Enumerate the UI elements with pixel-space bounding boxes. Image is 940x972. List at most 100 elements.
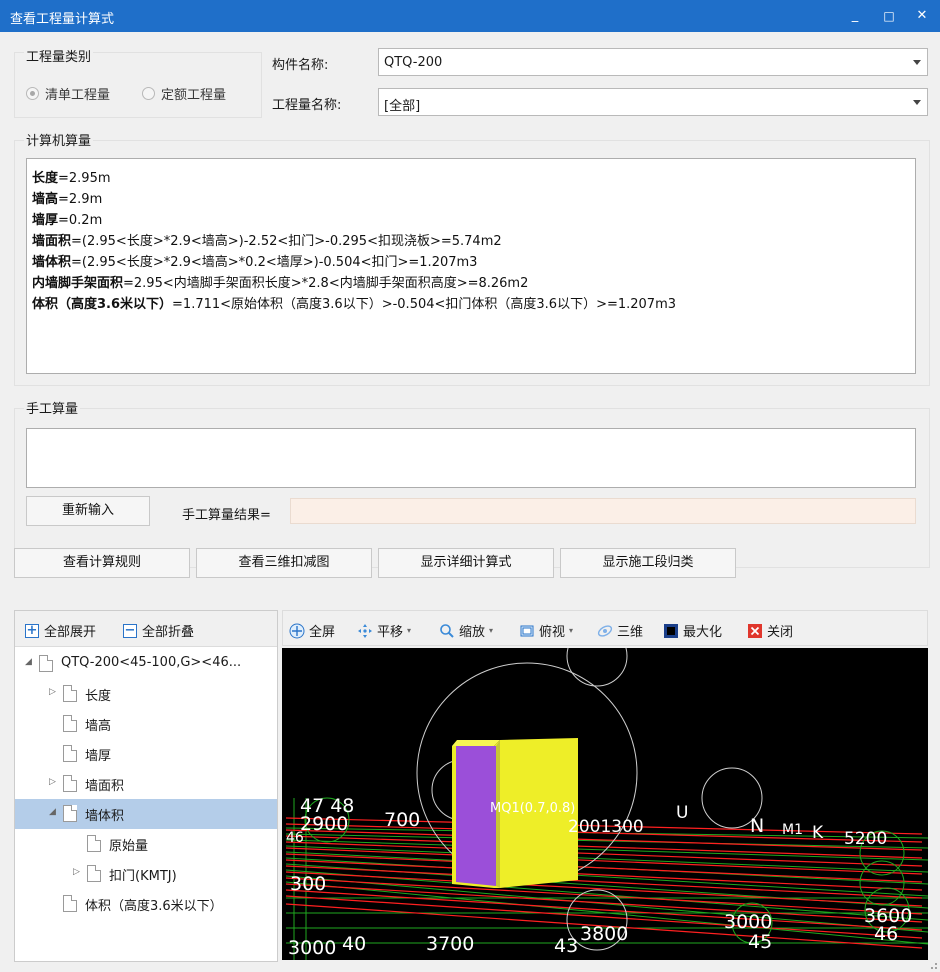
close-view-button[interactable]: 关闭 xyxy=(747,621,793,640)
expand-arrow-icon[interactable]: ▷ xyxy=(73,867,80,877)
resize-grip-icon[interactable] xyxy=(928,960,938,970)
maximize-button[interactable]: □ xyxy=(879,6,899,26)
fullscreen-label: 全屏 xyxy=(309,625,336,640)
pan-icon xyxy=(357,623,373,639)
view-3d-canvas[interactable]: 47 48 2900 700 46 300 3000 40 3700 43 38… xyxy=(282,648,928,960)
canvas-label: 300 xyxy=(290,873,326,895)
calc-line: 内墙脚手架面积=2.95<内墙脚手架面积长度>*2.8<内墙脚手架面积高度>=8… xyxy=(32,276,529,291)
document-icon xyxy=(63,685,77,702)
canvas-label: N xyxy=(750,815,764,837)
canvas-label: MQ1(0.7,0.8) xyxy=(490,801,575,816)
canvas-label: 5200 xyxy=(844,829,887,849)
window-title: 查看工程量计算式 xyxy=(10,12,115,27)
canvas-label: 46 xyxy=(874,923,898,945)
document-icon xyxy=(63,895,77,912)
fullscreen-icon xyxy=(289,623,305,639)
document-icon xyxy=(63,715,77,732)
computer-calc-group-title: 计算机算量 xyxy=(24,130,94,149)
calc-line: 墙厚=0.2m xyxy=(32,213,103,228)
collapse-arrow-icon[interactable]: ◢ xyxy=(49,807,56,817)
close-icon xyxy=(747,623,763,639)
maximize-view-label: 最大化 xyxy=(683,625,723,640)
computer-calc-textarea[interactable]: 长度=2.95m 墙高=2.9m 墙厚=0.2m 墙面积=(2.95<长度>*2… xyxy=(26,158,916,374)
canvas-label: 700 xyxy=(384,809,420,831)
pan-button[interactable]: 平移 ▾ xyxy=(357,621,411,640)
show-detailed-button[interactable]: 显示详细计算式 xyxy=(378,548,554,578)
minus-icon: − xyxy=(123,622,137,638)
collapse-arrow-icon[interactable]: ◢ xyxy=(25,657,32,667)
reenter-button[interactable]: 重新输入 xyxy=(26,496,150,526)
component-name-value: QTQ-200 xyxy=(384,55,443,70)
tree-item[interactable]: ◢ 墙体积 xyxy=(15,799,277,829)
zoom-label: 缩放 xyxy=(459,625,486,640)
top-view-button[interactable]: 俯视 ▾ xyxy=(519,621,573,640)
calc-line: 墙体积=(2.95<长度>*2.9<墙高>*0.2<墙厚>)-0.504<扣门>… xyxy=(32,255,478,270)
top-view-label: 俯视 xyxy=(539,625,566,640)
view-3d-deduction-button[interactable]: 查看三维扣减图 xyxy=(196,548,372,578)
manual-calc-textarea[interactable] xyxy=(26,428,916,488)
quantity-name-value: [全部] xyxy=(384,99,421,114)
document-icon xyxy=(63,805,77,822)
bottom-panel: + 全部展开 − 全部折叠 ◢ QTQ-200<45-100,G><46... ▷ 长… xyxy=(0,596,940,972)
quantity-name-select[interactable]: [全部] xyxy=(378,88,928,116)
view-3d-panel: 全屏 平移 ▾ 缩放 ▾ 俯视 ▾ 三维 最大化 关闭 47 48 2900 7… xyxy=(282,610,928,962)
tree-item[interactable]: 体积（高度3.6米以下） xyxy=(15,889,277,919)
radio-quota-quantity[interactable]: 定额工程量 xyxy=(142,84,226,103)
manual-calc-group-title: 手工算量 xyxy=(24,398,81,417)
expand-arrow-icon[interactable]: ▷ xyxy=(49,687,56,697)
minimize-button[interactable]: _ xyxy=(845,6,865,26)
tree-item-label: 墙厚 xyxy=(85,749,112,764)
pan-label: 平移 xyxy=(377,625,404,640)
component-name-select[interactable]: QTQ-200 xyxy=(378,48,928,76)
tree-item[interactable]: 墙厚 xyxy=(15,739,277,769)
quantity-name-label: 工程量名称: xyxy=(272,98,342,113)
tree-item-label: 体积（高度3.6米以下） xyxy=(85,899,223,914)
tree-item[interactable]: ▷ 长度 xyxy=(15,679,277,709)
canvas-label: 3800 xyxy=(580,923,628,945)
canvas-label: 3000 xyxy=(288,937,336,959)
tree-item[interactable]: 原始量 xyxy=(15,829,277,859)
tree-item-label: 墙高 xyxy=(85,719,112,734)
document-icon xyxy=(63,775,77,792)
manual-result-field[interactable] xyxy=(290,498,916,524)
chevron-down-icon xyxy=(913,100,921,105)
zoom-button[interactable]: 缩放 ▾ xyxy=(439,621,493,640)
tree-item-label: 长度 xyxy=(85,689,112,704)
document-icon xyxy=(63,745,77,762)
radio-indicator xyxy=(26,87,39,100)
canvas-label: U xyxy=(676,803,688,823)
tree-item[interactable]: ▷ 扣门(KMTJ) xyxy=(15,859,277,889)
radio-quota-quantity-label: 定额工程量 xyxy=(161,88,227,103)
expand-all-button[interactable]: + 全部展开 xyxy=(25,621,96,640)
three-d-button[interactable]: 三维 xyxy=(597,621,643,640)
radio-bill-quantity[interactable]: 清单工程量 xyxy=(26,84,110,103)
fullscreen-button[interactable]: 全屏 xyxy=(289,621,335,640)
document-icon xyxy=(87,835,101,852)
canvas-label: 43 xyxy=(554,935,578,957)
canvas-label: 40 xyxy=(342,933,366,955)
view-toolbar: 全屏 平移 ▾ 缩放 ▾ 俯视 ▾ 三维 最大化 关闭 xyxy=(282,610,928,646)
tree-item[interactable]: ◢ QTQ-200<45-100,G><46... xyxy=(15,649,277,679)
main-panel: 工程量类别 清单工程量 定额工程量 构件名称: QTQ-200 工程量名称: [… xyxy=(0,32,940,596)
three-d-icon xyxy=(597,623,613,639)
component-name-label: 构件名称: xyxy=(272,58,329,73)
tree-item-label: 墙面积 xyxy=(85,779,125,794)
window-titlebar: 查看工程量计算式 _ □ ✕ xyxy=(0,0,940,32)
manual-result-label: 手工算量结果= xyxy=(182,508,271,523)
canvas-label: 45 xyxy=(748,931,772,953)
expand-arrow-icon[interactable]: ▷ xyxy=(49,777,56,787)
radio-bill-quantity-label: 清单工程量 xyxy=(45,88,111,103)
show-section-button[interactable]: 显示施工段归类 xyxy=(560,548,736,578)
pan-dropdown-icon: ▾ xyxy=(407,626,412,635)
tree-item-label: 扣门(KMTJ) xyxy=(109,869,177,884)
calc-line: 墙高=2.9m xyxy=(32,192,103,207)
tree-item[interactable]: ▷ 墙面积 xyxy=(15,769,277,799)
canvas-label: 3700 xyxy=(426,933,474,955)
tree-item[interactable]: 墙高 xyxy=(15,709,277,739)
close-button[interactable]: ✕ xyxy=(912,6,932,26)
view-rules-button[interactable]: 查看计算规则 xyxy=(14,548,190,578)
collapse-all-button[interactable]: − 全部折叠 xyxy=(123,621,194,640)
maximize-view-button[interactable]: 最大化 xyxy=(663,621,722,640)
calc-line: 长度=2.95m xyxy=(32,171,111,186)
close-view-label: 关闭 xyxy=(767,625,794,640)
